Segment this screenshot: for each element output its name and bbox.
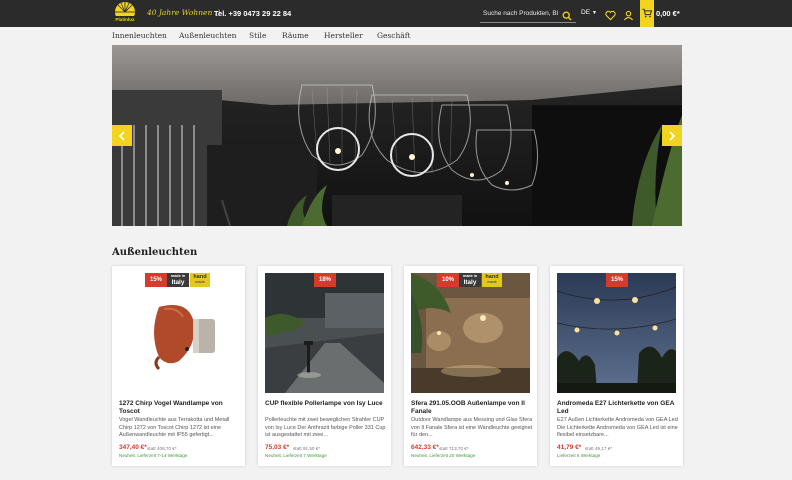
made-in-label: made in (170, 274, 186, 278)
product-image (119, 273, 238, 393)
cart-icon (642, 8, 652, 18)
italy-label: Italy (463, 278, 477, 286)
product-old-price: statt 49,17 €* (585, 446, 613, 451)
product-title[interactable]: CUP flexible Pollerlampe von Isy Luce (265, 400, 387, 416)
product-price: 75,03 €* (265, 444, 290, 451)
nav-item-innenleuchten[interactable]: Innenleuchten (112, 31, 167, 40)
product-image (265, 273, 384, 393)
delivery-info: Neuheit. Lieferzeit 7-14 Werktage (119, 453, 188, 458)
slider-next-button[interactable] (662, 125, 682, 146)
nav-item-stile[interactable]: Stile (249, 31, 266, 40)
heart-icon[interactable] (605, 8, 616, 21)
user-icon[interactable] (623, 8, 634, 21)
chevron-left-icon (118, 130, 125, 141)
handmade-badge: hand made (482, 273, 502, 287)
section-title: Außenleuchten (112, 247, 198, 258)
product-card[interactable]: 15% made in Italy hand made 1272 Chirp Vog… (112, 266, 245, 466)
hero-slider[interactable] (112, 45, 682, 226)
made-in-label: made in (462, 274, 478, 278)
platinlux-logo[interactable]: Platinlux (112, 1, 138, 26)
nav-item-geschaeft[interactable]: Geschäft (377, 31, 411, 40)
product-price: 642,33 €* (411, 444, 439, 451)
chevron-right-icon (669, 130, 676, 141)
product-description: Vogel Wandleuchte aus Terrakotta und Met… (119, 417, 230, 439)
language-label: DE (581, 9, 591, 16)
product-image (411, 273, 530, 393)
discount-badge: 10% (437, 273, 460, 287)
discount-badge: 18% (314, 273, 337, 287)
search-box (480, 3, 576, 23)
product-price: 347,40 €* (119, 444, 147, 451)
product-description: Outdoor Wandlampe aus Messing und Glas S… (411, 417, 533, 439)
handmade-badge: hand made (190, 273, 210, 287)
product-card[interactable]: 10% made in Italy hand made Sfera 291.05.O… (404, 266, 537, 466)
discount-badge: 15% (145, 273, 168, 287)
product-card[interactable]: 15% Andromeda E27 Lichterkette von GEA L… (550, 266, 683, 466)
cart-button[interactable] (640, 0, 654, 27)
nav-item-raeume[interactable]: Räume (282, 31, 309, 40)
product-title[interactable]: 1272 Chirp Vogel Wandlampe von Toscot (119, 400, 241, 416)
product-title[interactable]: Sfera 291.05.OOB Außenlampe von Il Fanal… (411, 400, 533, 416)
top-header: Platinlux 40 Jahre Wohnen :) Tel. +39 04… (0, 0, 792, 27)
made-in-italy-badge: made in Italy (459, 273, 481, 287)
italy-label: Italy (171, 278, 185, 286)
delivery-info: Neuheit. Lieferzeit 7 Werktage (265, 453, 327, 458)
product-card[interactable]: 18% CUP flexible Pollerlampe von Isy Luc… (258, 266, 391, 466)
logo-text: Platinlux (115, 17, 135, 22)
hero-image (112, 45, 682, 226)
search-input[interactable] (483, 8, 559, 19)
language-selector[interactable]: DE ▼ (581, 9, 597, 16)
cart-total[interactable]: 0,00 €* (656, 9, 680, 18)
nav-item-hersteller[interactable]: Hersteller (324, 31, 363, 40)
product-old-price: statt 408,70 €* (147, 446, 177, 451)
product-image (557, 273, 676, 393)
product-price: 41,79 €* (557, 444, 582, 451)
discount-badge: 15% (606, 273, 629, 287)
product-old-price: statt 713,70 €* (439, 446, 469, 451)
product-description: E27 Außen Lichterkette Andromeda von GEA… (557, 417, 678, 439)
slogan: 40 Jahre Wohnen :) (147, 8, 221, 17)
delivery-info: Lieferzeit 6 Werktage (557, 453, 601, 458)
made-label: made (195, 280, 205, 284)
phone-number[interactable]: Tel. +39 0473 29 22 84 (214, 9, 291, 18)
product-description: Pollerleuchte mit zwei beweglichen Strah… (265, 417, 386, 439)
made-label: made (487, 280, 497, 284)
made-in-italy-badge: made in Italy (167, 273, 189, 287)
nav-item-aussenleuchten[interactable]: Außenleuchten (179, 31, 237, 40)
product-old-price: statt 91,50 €* (293, 446, 321, 451)
chevron-down-icon: ▼ (592, 10, 597, 16)
product-title[interactable]: Andromeda E27 Lichterkette von GEA Led (557, 400, 679, 416)
slider-prev-button[interactable] (112, 125, 132, 146)
delivery-info: Neuheit. Lieferzeit 20 Werktage (411, 453, 476, 458)
search-icon[interactable] (562, 8, 572, 21)
